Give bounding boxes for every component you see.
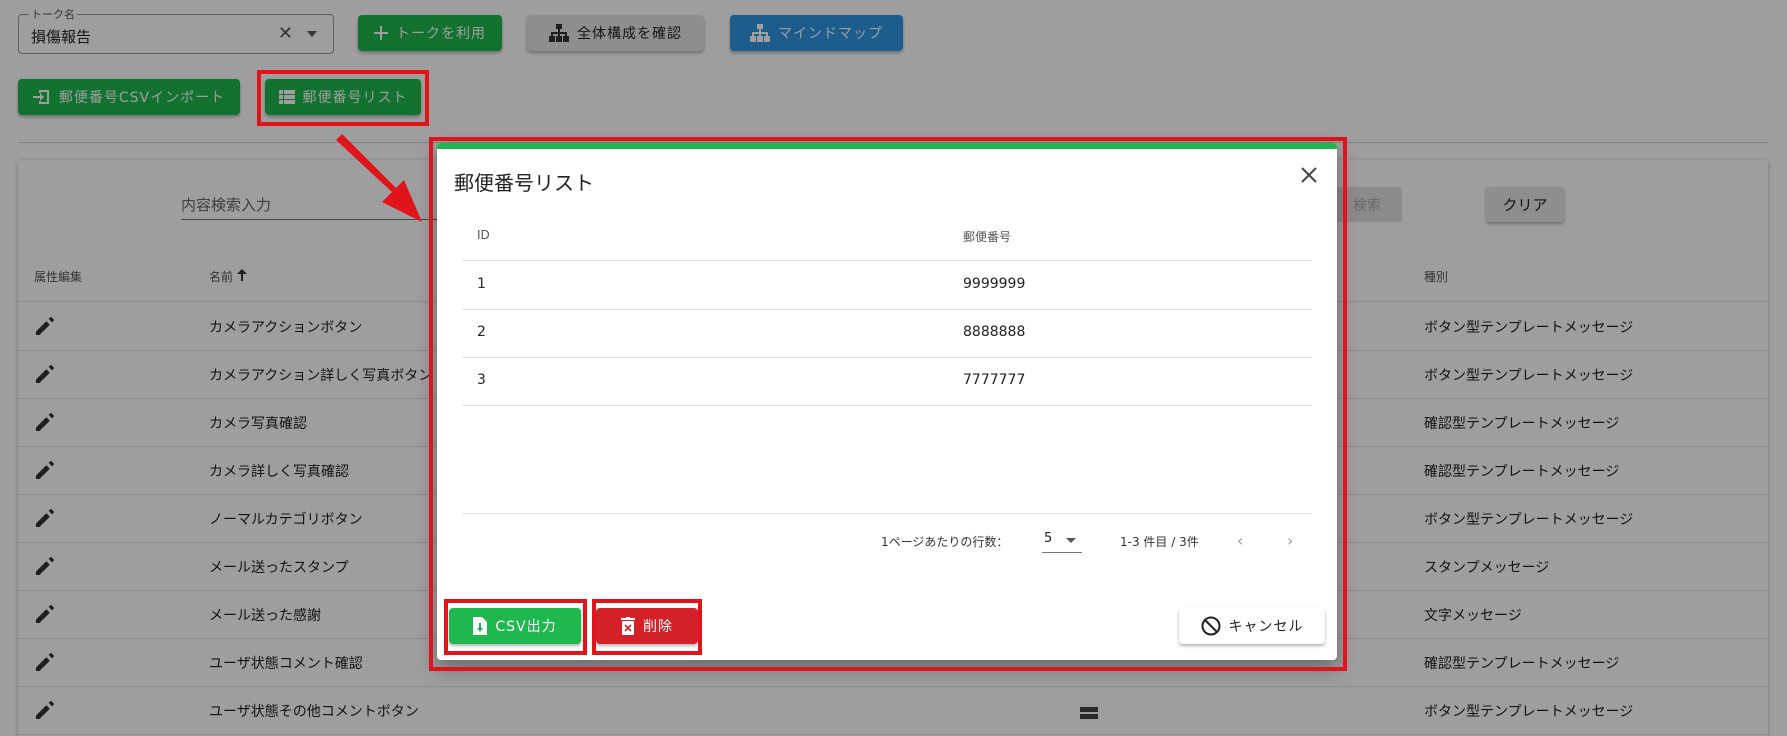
highlight-zip-list-button	[257, 70, 429, 126]
annotation-arrow-icon	[336, 134, 422, 222]
highlight-dialog	[429, 137, 1347, 671]
highlight-delete-button	[592, 599, 702, 655]
highlight-csv-export-button	[444, 599, 587, 655]
